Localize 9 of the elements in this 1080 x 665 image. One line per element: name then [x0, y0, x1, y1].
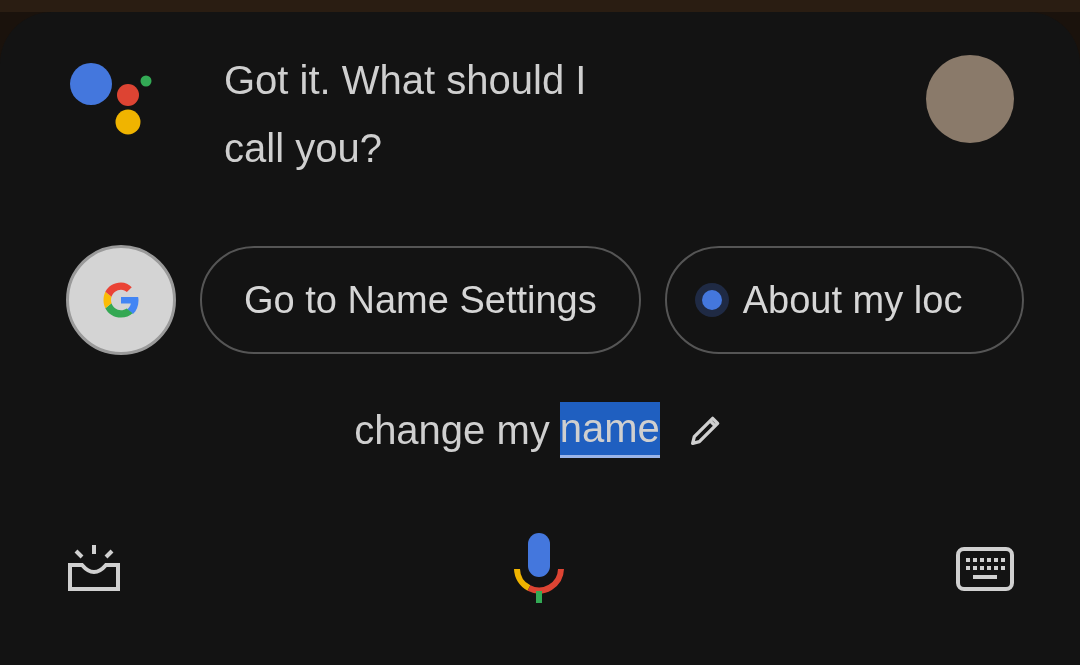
keyboard-icon[interactable]	[956, 547, 1014, 591]
assistant-message: Got it. What should I call you?	[224, 57, 588, 172]
query-text: change my	[354, 406, 550, 454]
suggestion-chip[interactable]: About my loc	[664, 246, 1025, 354]
chip-label: About my loc	[742, 278, 963, 322]
microphone-icon[interactable]	[513, 533, 565, 605]
location-dot-icon	[694, 283, 729, 317]
highlighted-word: name	[559, 402, 660, 458]
suggestion-chip[interactable]: Go to Name Settings	[200, 246, 641, 354]
